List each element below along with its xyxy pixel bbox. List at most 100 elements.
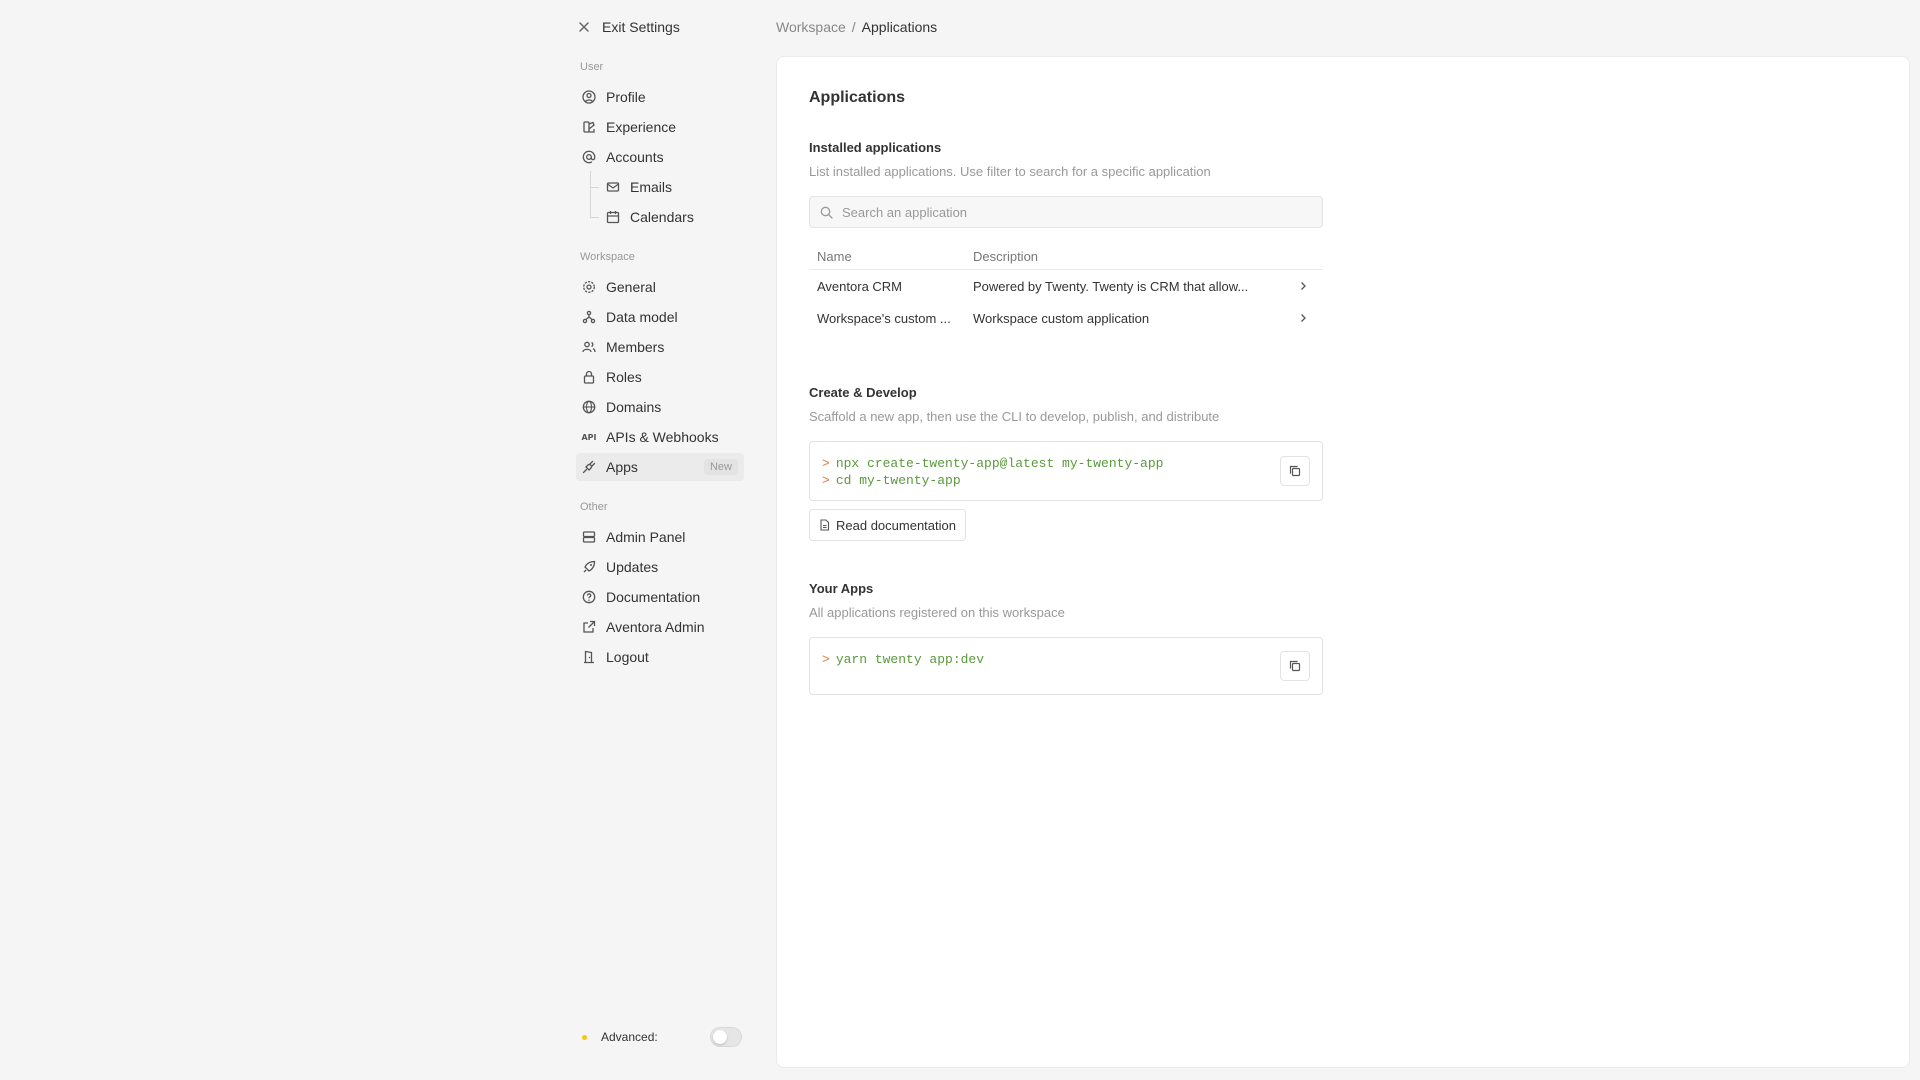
sidebar-item-roles[interactable]: Roles [576,363,744,391]
toggle-knob [713,1030,727,1044]
hierarchy-icon [582,310,596,324]
new-badge: New [703,459,738,475]
sidebar-item-label: Emails [630,179,673,195]
breadcrumb-current: Applications [861,19,938,35]
read-documentation-label: Read documentation [836,517,956,533]
palette-icon [582,120,596,134]
advanced-indicator-dot [582,1034,587,1040]
plug-icon [582,460,596,474]
tree-line [590,171,591,217]
advanced-mode-row: Advanced: [576,1027,742,1047]
sidebar-item-label: Accounts [606,149,664,165]
sidebar-item-label: Apps [606,459,638,475]
sidebar-item-label: Data model [606,309,678,325]
settings-sidebar: Exit Settings User Profile Experience Ac… [576,0,746,1080]
file-icon [819,519,831,531]
globe-icon [582,400,596,414]
server-icon [582,530,596,544]
sidebar-item-label: Profile [606,89,646,105]
sidebar-item-apps[interactable]: Apps New [576,453,744,481]
sidebar-item-label: Updates [606,559,659,575]
main-panel: Applications Installed applications List… [776,56,1910,1068]
external-link-icon [582,620,596,634]
sidebar-item-label: Members [606,339,665,355]
exit-settings-button[interactable]: Exit Settings [576,16,680,38]
tree-branch [590,217,599,218]
api-icon: API [581,432,597,442]
prompt-symbol: > [822,473,830,488]
sidebar-item-label: Logout [606,649,649,665]
sidebar-item-data-model[interactable]: Data model [576,303,744,331]
users-icon [582,340,596,354]
sidebar-item-domains[interactable]: Domains [576,393,744,421]
sidebar-item-aventora-admin[interactable]: Aventora Admin [576,613,744,641]
sidebar-item-admin-panel[interactable]: Admin Panel [576,523,744,551]
search-input[interactable] [842,204,1302,220]
sidebar-item-label: Domains [606,399,662,415]
sidebar-item-label: Aventora Admin [606,619,705,635]
sidebar-item-logout[interactable]: Logout [576,643,744,671]
app-name: Workspace's custom ... [817,310,951,326]
sidebar-item-experience[interactable]: Experience [576,113,744,141]
prompt-symbol: > [822,652,830,667]
search-icon [820,205,834,219]
sidebar-item-documentation[interactable]: Documentation [576,583,744,611]
at-icon [582,150,596,164]
column-header-description: Description [973,248,1039,264]
sidebar-item-accounts[interactable]: Accounts [576,143,744,171]
sidebar-item-label: Admin Panel [606,529,686,545]
create-code-block: > npx create-twenty-app@latest my-twenty-… [809,441,1323,501]
code-line: > cd my-twenty-app [822,472,1310,489]
installed-section-title: Installed applications [809,140,942,155]
user-section-label: User [580,61,604,73]
your-apps-section-title: Your Apps [809,581,874,596]
copy-button[interactable] [1280,651,1310,681]
copy-icon [1289,465,1301,477]
copy-icon [1289,660,1301,672]
installed-section-description: List installed applications. Use filter … [809,164,1211,179]
table-row[interactable]: Workspace's custom ... Workspace custom … [809,302,1323,334]
create-section-description: Scaffold a new app, then use the CLI to … [809,409,1220,424]
close-icon [576,19,592,35]
your-apps-code-block: > yarn twenty app:dev [809,637,1323,695]
sidebar-item-label: Experience [606,119,677,135]
search-field[interactable] [809,196,1323,228]
app-description: Powered by Twenty. Twenty is CRM that al… [973,278,1249,294]
breadcrumb: Workspace / Applications [776,19,937,35]
sidebar-item-label: Calendars [630,209,694,225]
other-section-label: Other [580,501,608,513]
sidebar-item-profile[interactable]: Profile [576,83,744,111]
sidebar-item-apis-webhooks[interactable]: API APIs & Webhooks [576,423,744,451]
read-documentation-button[interactable]: Read documentation [809,509,966,541]
help-circle-icon [582,590,596,604]
tree-branch [590,187,599,188]
sidebar-item-members[interactable]: Members [576,333,744,361]
code-line: > npx create-twenty-app@latest my-twenty-… [822,455,1310,472]
calendar-icon [606,210,620,224]
sidebar-item-general[interactable]: General [576,273,744,301]
app-name: Aventora CRM [817,278,903,294]
sidebar-item-label: APIs & Webhooks [606,429,719,445]
advanced-toggle[interactable] [710,1027,742,1047]
sidebar-item-calendars[interactable]: Calendars [600,203,744,231]
your-apps-section-description: All applications registered on this work… [809,605,1065,620]
sidebar-item-label: General [606,279,656,295]
chevron-right-icon [1283,281,1323,291]
breadcrumb-workspace[interactable]: Workspace [776,19,846,35]
copy-button[interactable] [1280,456,1310,486]
table-row[interactable]: Aventora CRM Powered by Twenty. Twenty i… [809,270,1323,302]
sidebar-item-label: Roles [606,369,642,385]
gear-icon [582,280,596,294]
applications-table: Name Description Aventora CRM Powered by… [809,243,1323,334]
app-description: Workspace custom application [973,310,1150,326]
workspace-section-label: Workspace [580,251,635,263]
sidebar-item-updates[interactable]: Updates [576,553,744,581]
code-line: > yarn twenty app:dev [822,651,1310,668]
command-text: cd my-twenty-app [835,473,961,488]
command-text: npx create-twenty-app@latest my-twenty-a… [835,456,1164,471]
breadcrumb-separator: / [851,19,856,35]
sidebar-item-emails[interactable]: Emails [600,173,744,201]
create-section-title: Create & Develop [809,385,917,400]
lock-icon [582,370,596,384]
mail-icon [606,180,620,194]
